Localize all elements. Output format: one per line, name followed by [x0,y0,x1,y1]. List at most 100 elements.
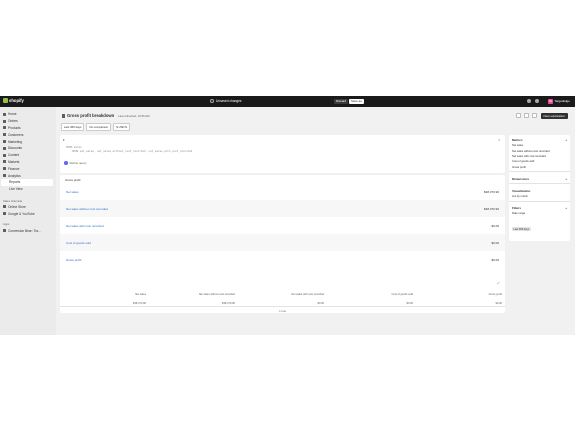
page-title: Gross profit breakdown [67,113,115,118]
totals-header: Net sales with cost recorded [291,293,324,296]
search-icon[interactable] [527,99,531,103]
table-row[interactable]: Net sales $38,370.96 [60,183,505,200]
totals-value: $0.00 [406,302,414,305]
row-label[interactable]: Cost of goods sold [66,241,91,245]
sidebar-item-online-store[interactable]: Online Store [0,204,56,211]
sidebar-item-google-youtube[interactable]: Google & YouTube [0,210,56,217]
table-row[interactable]: Net sales without cost recorded $38,370.9… [60,200,505,217]
store-menu[interactable]: TE TargetEdge [548,98,570,104]
row-value: $0.00 [491,240,499,245]
totals-value: $38,370.96 [222,302,235,305]
finance-icon [3,167,6,171]
discounts-icon [3,146,6,150]
collapse-icon[interactable]: ▾ [63,138,65,142]
sidebar-item-live-view[interactable]: Live View [0,186,56,193]
filters-heading[interactable]: Filters + [509,203,570,211]
orders-icon [3,119,6,123]
sidebar-item-finance[interactable]: Finance [0,165,56,172]
duplicate-icon[interactable] [516,113,521,118]
sidebar-item-home[interactable]: Home [0,111,56,118]
row-label[interactable]: Net sales with cost recorded [66,224,104,228]
results-table: Gross profit Net sales $38,370.96 Net sal… [60,175,505,313]
sidebar-item-customers[interactable]: Customers [0,131,56,138]
add-icon[interactable]: + [565,177,567,181]
row-value: $38,370.96 [483,206,499,211]
store-icon [3,205,6,209]
visualization-label: Visualization [512,188,531,193]
notification-icon[interactable] [535,99,539,103]
comparison-chip[interactable]: No comparison [86,123,112,131]
currency-chip[interactable]: $ USD $ [113,123,130,131]
sidebar-item-content[interactable]: Content [0,152,56,159]
new-exploration-button[interactable]: New exploration [541,112,568,119]
dimensions-heading[interactable]: Dimensions + [509,174,570,182]
add-icon[interactable]: + [565,138,567,142]
nav-label: Finance [8,166,20,171]
table-row[interactable]: Cost of goods sold $0.00 [60,234,505,251]
filter-badge[interactable]: Last 365 days [512,227,531,232]
metrics-label: Metrics [512,138,523,142]
share-icon[interactable] [524,113,529,118]
sidebar-item-reports[interactable]: Reports [1,178,53,186]
products-icon [3,126,6,130]
sidebar-item-marketing[interactable]: Marketing [0,138,56,145]
row-value: $0.00 [491,257,499,262]
visualization-select[interactable]: List by metric [509,194,570,199]
query-editor[interactable]: ▾ ✕ FROM sales SHOW net_sales, net_sales… [60,135,505,173]
expand-icon[interactable]: ⤢ [497,281,499,285]
query-line-1: FROM sales [66,146,82,149]
totals-header: Net sales [135,293,146,296]
row-label[interactable]: Gross profit [66,258,82,262]
close-icon[interactable]: ✕ [498,138,501,142]
sparkle-icon [64,161,68,165]
query-line-2: SHOW net_sales, net_sales_without_cost_r… [72,150,193,153]
dimensions-label: Dimensions [512,176,530,181]
alert-icon [210,98,214,103]
metric-item[interactable]: Gross profit [509,165,570,170]
refine-query[interactable]: Refine query [64,161,87,165]
sidebar-item-conversion-bear[interactable]: Conversion Bear: Tra... [0,227,56,234]
analytics-icon [3,174,6,178]
sidebar-item-markets[interactable]: Markets [0,159,56,166]
brand-text: shopify [9,98,24,103]
shopify-bag-icon [3,98,8,103]
table-row[interactable]: Gross profit $0.00 [60,251,505,268]
nav-label: Markets [8,159,20,164]
nav-label: Google & YouTube [8,211,35,216]
top-bar: shopify Unsaved changes Discard Save as … [0,96,575,107]
report-icon [62,113,65,118]
divider [509,171,570,173]
marketing-icon [3,140,6,144]
date-range-chip[interactable]: Last 365 days [61,123,85,131]
totals-value: $0.00 [317,302,325,305]
more-icon[interactable] [532,113,537,118]
row-label[interactable]: Net sales [66,190,79,194]
sidebar-item-analytics[interactable]: Analytics [0,172,56,179]
nav-label: Conversion Bear: Tra... [8,228,41,233]
visualization-heading[interactable]: Visualization [509,186,570,194]
nav-label: Orders [8,119,18,124]
row-value: $38,370.96 [483,189,499,194]
save-as-button[interactable]: Save as [349,98,364,105]
nav-label: Discounts [8,146,22,151]
row-value: $0.00 [491,223,499,228]
metrics-heading[interactable]: Metrics + [509,135,570,143]
configuration-panel: Metrics + Net sales Net sales without cos… [509,135,570,241]
header-icons [516,113,537,118]
nav-label: Reports [9,180,21,185]
add-icon[interactable]: + [565,206,567,210]
unsaved-label: Unsaved changes [216,98,242,103]
shopify-logo[interactable]: shopify [3,98,24,103]
divider [509,200,570,202]
table-row[interactable]: Net sales with cost recorded $0.00 [60,217,505,234]
sidebar-item-discounts[interactable]: Discounts [0,145,56,152]
results-title: Gross profit [65,178,81,182]
discard-button[interactable]: Discard [334,98,349,105]
nav-label: Home [8,112,17,117]
sidebar: Home Orders Products Customers Marketing… [0,107,56,335]
totals-value: $38,370.96 [133,302,146,305]
sidebar-item-products[interactable]: Products [0,125,56,132]
sidebar-item-orders[interactable]: Orders [0,118,56,125]
refine-label: Refine query [69,161,87,165]
row-label[interactable]: Net sales without cost recorded [66,207,108,211]
